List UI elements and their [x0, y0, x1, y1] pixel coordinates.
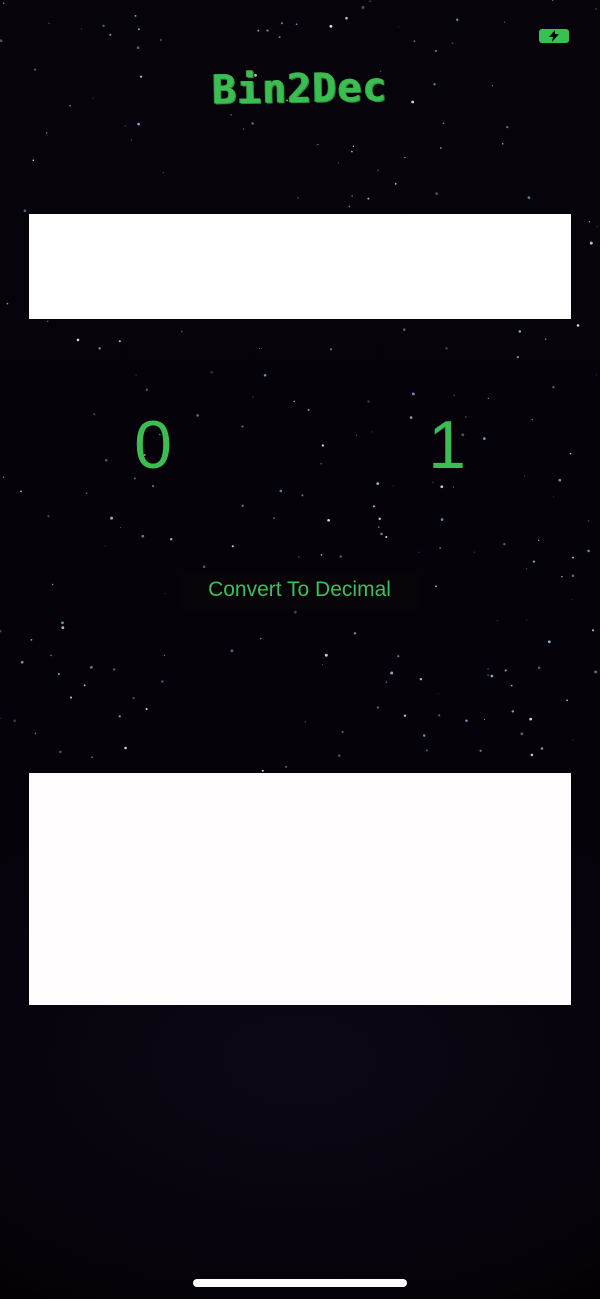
binary-input[interactable]: [29, 214, 571, 319]
home-indicator[interactable]: [193, 1279, 407, 1287]
decimal-result-box: [29, 773, 571, 1005]
app-title: Bin2Dec: [211, 64, 389, 114]
app-screen: Bin2Dec 0 1 Convert To Decimal: [0, 0, 600, 1299]
digit-one-button[interactable]: 1: [387, 400, 507, 490]
starfield-background: [0, 0, 598, 772]
convert-to-decimal-button[interactable]: Convert To Decimal: [181, 570, 418, 610]
battery-charging-icon: [539, 29, 569, 43]
digit-zero-button[interactable]: 0: [93, 400, 213, 490]
